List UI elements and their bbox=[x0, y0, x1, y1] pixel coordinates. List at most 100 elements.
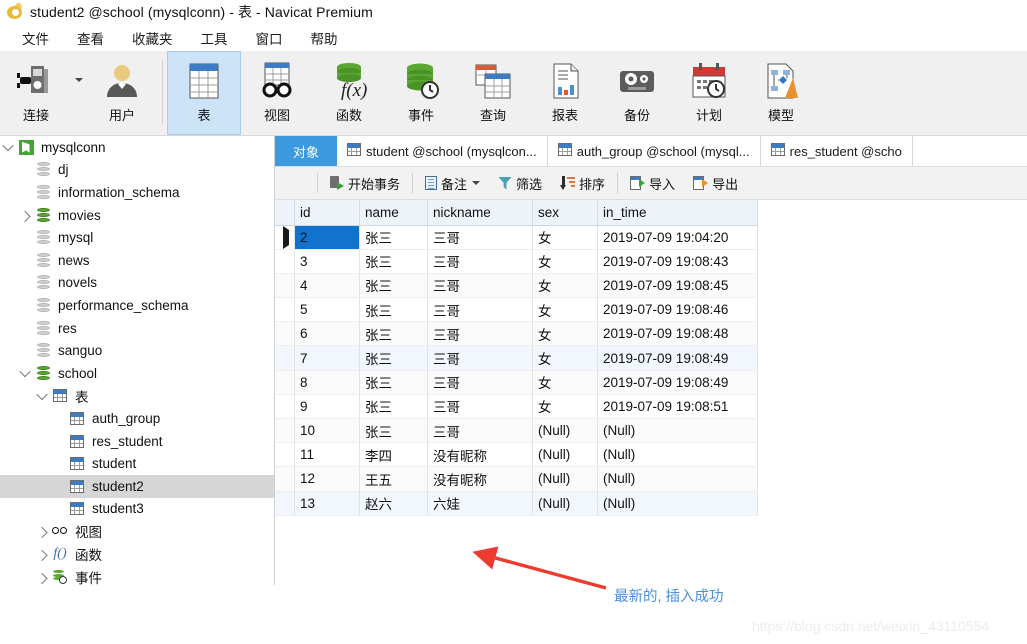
tree-item-student2[interactable]: student2 bbox=[0, 474, 274, 498]
toolbar-sort[interactable]: 排序 bbox=[557, 172, 608, 195]
table-row[interactable]: 11 李四 没有昵称 (Null) (Null) bbox=[275, 442, 758, 468]
menu-help[interactable]: 帮助 bbox=[297, 25, 352, 51]
table-row[interactable]: 13 赵六 六娃 (Null) (Null) bbox=[275, 491, 758, 516]
cell-sex[interactable]: (Null) bbox=[532, 491, 598, 516]
menu-view[interactable]: 查看 bbox=[63, 25, 118, 51]
tree-item-student[interactable]: student bbox=[0, 452, 274, 475]
row-marker[interactable] bbox=[275, 466, 295, 492]
column-header-nickname[interactable]: nickname bbox=[427, 200, 533, 226]
row-marker[interactable] bbox=[275, 225, 295, 250]
tree-item-mysqlconn[interactable]: mysqlconn bbox=[0, 136, 274, 159]
cell-in_time[interactable]: 2019-07-09 19:08:48 bbox=[597, 321, 758, 347]
cell-nickname[interactable]: 三哥 bbox=[427, 370, 533, 395]
table-row[interactable]: 2 张三 三哥女 2019-07-09 19:04:20 bbox=[275, 225, 758, 250]
cell-id[interactable]: 8 bbox=[294, 370, 360, 395]
cell-sex[interactable]: 女 bbox=[532, 297, 598, 323]
cell-in_time[interactable]: 2019-07-09 19:08:45 bbox=[597, 273, 758, 299]
cell-in_time[interactable]: (Null) bbox=[597, 418, 758, 444]
cell-name[interactable]: 张三 bbox=[359, 273, 428, 299]
cell-id[interactable]: 3 bbox=[294, 249, 360, 274]
tree-item-视图[interactable]: 视图 bbox=[0, 520, 274, 543]
cell-sex[interactable]: 女 bbox=[532, 273, 598, 299]
cell-name[interactable]: 张三 bbox=[359, 394, 428, 420]
ribbon-button-view-glasses[interactable]: 视图 bbox=[241, 51, 313, 135]
cell-sex[interactable]: 女 bbox=[532, 370, 598, 395]
tab-table-2[interactable]: auth_group @school (mysql... bbox=[548, 136, 761, 166]
ribbon-button-report[interactable]: 报表 bbox=[529, 51, 601, 135]
cell-id[interactable]: 5 bbox=[294, 297, 360, 323]
table-row[interactable]: 8 张三 三哥女 2019-07-09 19:08:49 bbox=[275, 370, 758, 395]
ribbon-button-user[interactable]: 用户 bbox=[86, 51, 158, 135]
row-marker[interactable] bbox=[275, 491, 295, 516]
cell-nickname[interactable]: 没有昵称 bbox=[427, 466, 533, 492]
cell-in_time[interactable]: 2019-07-09 19:08:51 bbox=[597, 394, 758, 420]
cell-nickname[interactable]: 三哥 bbox=[427, 418, 533, 444]
table-row[interactable]: 4 张三 三哥女 2019-07-09 19:08:45 bbox=[275, 273, 758, 299]
cell-in_time[interactable]: (Null) bbox=[597, 442, 758, 468]
tab-objects[interactable]: 对象 bbox=[275, 136, 338, 166]
chevron-right-icon[interactable] bbox=[34, 543, 50, 566]
cell-name[interactable]: 王五 bbox=[359, 466, 428, 492]
chevron-right-icon[interactable] bbox=[17, 204, 33, 227]
cell-id[interactable]: 2 bbox=[294, 225, 360, 250]
cell-name[interactable]: 张三 bbox=[359, 321, 428, 347]
row-marker[interactable] bbox=[275, 297, 295, 323]
cell-name[interactable]: 张三 bbox=[359, 249, 428, 274]
toolbar-filter[interactable]: 筛选 bbox=[495, 172, 545, 195]
ribbon-button-schedule-calendar[interactable]: 计划 bbox=[673, 51, 745, 135]
row-marker[interactable] bbox=[275, 442, 295, 468]
cell-in_time[interactable]: 2019-07-09 19:08:49 bbox=[597, 345, 758, 371]
cell-nickname[interactable]: 三哥 bbox=[427, 394, 533, 420]
column-header-id[interactable]: id bbox=[294, 200, 360, 226]
cell-nickname[interactable]: 三哥 bbox=[427, 273, 533, 299]
cell-sex[interactable]: 女 bbox=[532, 394, 598, 420]
connection-dropdown-caret[interactable] bbox=[72, 51, 86, 135]
ribbon-button-connection[interactable]: 连接 bbox=[0, 51, 72, 135]
cell-in_time[interactable]: 2019-07-09 19:04:20 bbox=[597, 225, 758, 250]
toolbar-note[interactable]: 备注 bbox=[422, 172, 483, 195]
ribbon-button-function-fx[interactable]: f(x) 函数 bbox=[313, 51, 385, 135]
cell-name[interactable]: 张三 bbox=[359, 345, 428, 371]
cell-in_time[interactable]: 2019-07-09 19:08:49 bbox=[597, 370, 758, 395]
tree-item-res_student[interactable]: res_student bbox=[0, 430, 274, 453]
menu-window[interactable]: 窗口 bbox=[242, 25, 297, 51]
cell-id[interactable]: 7 bbox=[294, 345, 360, 371]
tree-item-事件[interactable]: 事件 bbox=[0, 565, 274, 585]
ribbon-button-model-diagram[interactable]: 模型 bbox=[745, 51, 817, 135]
cell-name[interactable]: 赵六 bbox=[359, 491, 428, 516]
cell-id[interactable]: 9 bbox=[294, 394, 360, 420]
cell-name[interactable]: 张三 bbox=[359, 225, 428, 250]
row-marker[interactable] bbox=[275, 418, 295, 444]
chevron-down-icon[interactable] bbox=[17, 362, 33, 385]
chevron-right-icon[interactable] bbox=[34, 520, 50, 543]
tree-item-performance_schema[interactable]: performance_schema bbox=[0, 294, 274, 317]
row-marker[interactable] bbox=[275, 345, 295, 371]
grid-menu-button[interactable] bbox=[285, 175, 308, 192]
column-header-sex[interactable]: sex bbox=[532, 200, 598, 226]
cell-nickname[interactable]: 三哥 bbox=[427, 297, 533, 323]
chevron-down-icon[interactable] bbox=[0, 136, 16, 159]
cell-id[interactable]: 11 bbox=[294, 442, 360, 468]
cell-id[interactable]: 13 bbox=[294, 491, 360, 516]
ribbon-button-query[interactable]: 查询 bbox=[457, 51, 529, 135]
cell-in_time[interactable]: 2019-07-09 19:08:43 bbox=[597, 249, 758, 274]
tree-item-dj[interactable]: dj bbox=[0, 159, 274, 182]
tree-item-mysql[interactable]: mysql bbox=[0, 226, 274, 249]
cell-name[interactable]: 张三 bbox=[359, 370, 428, 395]
table-row[interactable]: 6 张三 三哥女 2019-07-09 19:08:48 bbox=[275, 321, 758, 347]
toolbar-begin-transaction[interactable]: 开始事务 bbox=[327, 172, 403, 195]
menu-favorites[interactable]: 收藏夹 bbox=[118, 25, 187, 51]
tree-item-res[interactable]: res bbox=[0, 317, 274, 340]
cell-nickname[interactable]: 六娃 bbox=[427, 491, 533, 516]
row-marker[interactable] bbox=[275, 321, 295, 347]
ribbon-button-backup-tape[interactable]: 备份 bbox=[601, 51, 673, 135]
chevron-down-icon[interactable] bbox=[34, 385, 50, 408]
cell-nickname[interactable]: 三哥 bbox=[427, 249, 533, 274]
tree-item-函数[interactable]: f() 函数 bbox=[0, 543, 274, 566]
table-row[interactable]: 10 张三 三哥 (Null) (Null) bbox=[275, 418, 758, 444]
column-header-name[interactable]: name bbox=[359, 200, 428, 226]
cell-id[interactable]: 12 bbox=[294, 466, 360, 492]
table-row[interactable]: 12 王五 没有昵称 (Null) (Null) bbox=[275, 466, 758, 492]
cell-in_time[interactable]: 2019-07-09 19:08:46 bbox=[597, 297, 758, 323]
tree-item-school[interactable]: school bbox=[0, 362, 274, 385]
